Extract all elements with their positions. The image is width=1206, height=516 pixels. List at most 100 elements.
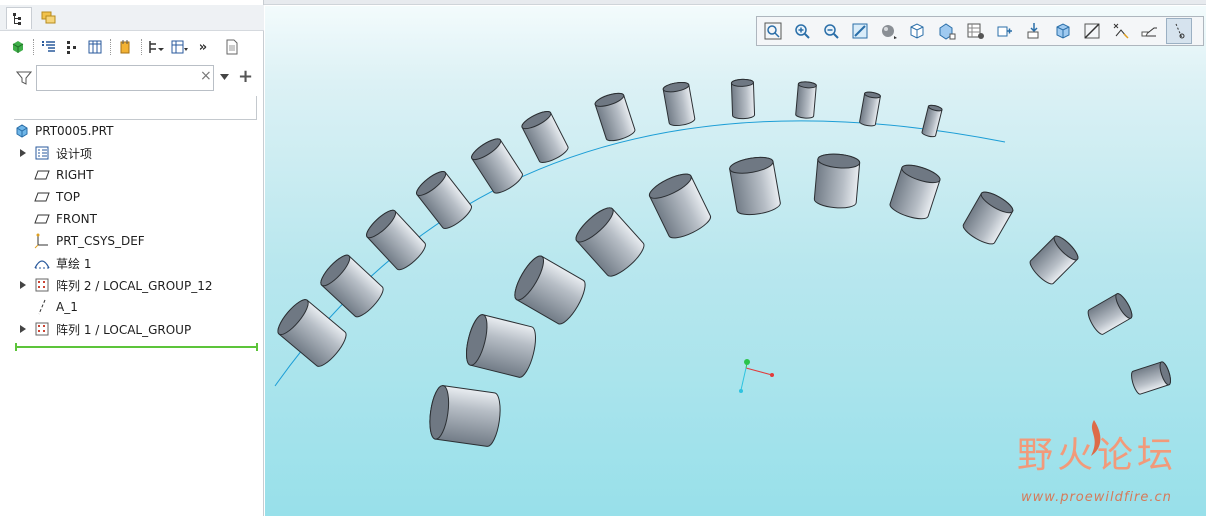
pattern-1-cylinder[interactable] [510,252,590,327]
tree-item-label: 草绘 1 [56,256,92,271]
pattern-1-cylinder[interactable] [813,153,861,210]
pattern-2-cylinder[interactable] [594,91,637,144]
display-style-icon[interactable] [905,18,931,44]
settings-dropdown-icon[interactable] [170,37,190,57]
datum-plane-icon [34,211,50,227]
insert-here-line[interactable] [15,343,258,351]
tree-item-label: 阵列 2 / LOCAL_GROUP_12 [56,278,213,293]
zoom-out-icon[interactable] [818,18,844,44]
tree-item-label: 设计项 [56,146,93,161]
pattern-2-cylinder[interactable] [662,81,696,127]
tree-item[interactable]: 阵列 1 / LOCAL_GROUP [0,318,260,340]
forum-watermark: 野火论坛 www.proewildfire.cn [1017,420,1197,506]
watermark-url: www.proewildfire.cn [1021,490,1172,505]
pattern-1-cylinder[interactable] [1085,292,1134,337]
more-icon[interactable]: » [193,37,213,57]
pattern-2-cylinder[interactable] [921,104,943,138]
repaint-icon[interactable] [847,18,873,44]
tree-list-icon[interactable] [39,37,59,57]
tree-item[interactable]: TOP [0,186,260,208]
model-tree-tab[interactable] [6,7,32,29]
clear-filter-icon[interactable]: × [200,68,212,84]
pattern-1-cylinder[interactable] [572,203,649,281]
tree-item[interactable]: RIGHT [0,164,260,186]
pattern-1-cylinder[interactable] [728,155,781,218]
perspective-icon[interactable] [992,18,1018,44]
column-icon[interactable] [85,37,105,57]
graphics-viewport[interactable]: 野火论坛 www.proewildfire.cn [265,6,1206,516]
point-display-icon[interactable] [1108,18,1134,44]
layers-tab[interactable] [36,7,62,29]
tree-item-label: FRONT [56,212,97,226]
pattern-1-cylinder[interactable] [427,384,503,447]
navigator-panel: » × + PRT0005.PRT 设计项 RIGHT TOP FRONT PRT_CS… [0,0,264,516]
tree-item[interactable]: FRONT [0,208,260,230]
add-filter-icon[interactable]: + [238,66,253,87]
pattern-2-cylinder[interactable] [274,296,351,371]
tree-item-label: TOP [56,190,81,204]
graphics-toolbar [756,16,1204,46]
axis-icon [34,299,50,315]
csys-display-icon[interactable] [1137,18,1163,44]
layers-icon [41,11,56,24]
filter-icon[interactable] [16,70,32,86]
pattern-icon [34,321,50,337]
info-icon[interactable] [222,37,242,57]
expand-arrow-icon[interactable] [18,324,28,334]
pattern-2-cylinder[interactable] [363,207,429,274]
spin-center-icon[interactable] [1021,18,1047,44]
tree-item[interactable]: A_1 [0,296,260,318]
tree-search-input[interactable] [36,65,214,91]
tree-item-label: PRT_CSYS_DEF [56,234,145,248]
pattern-2-cylinder[interactable] [795,81,817,119]
plane-display-icon[interactable] [1050,18,1076,44]
pattern-2-cylinder[interactable] [317,251,387,320]
tree-filter-icon[interactable] [62,37,82,57]
navigator-tabs [0,5,264,31]
pattern-1-cylinder[interactable] [1027,233,1081,287]
show-dropdown-icon[interactable] [147,37,167,57]
annotation-display-icon[interactable] [1166,18,1192,44]
pattern-2-cylinder[interactable] [730,78,756,120]
saved-views-icon[interactable] [934,18,960,44]
pattern-1-cylinder[interactable] [646,170,713,243]
tree-item[interactable]: 设计项 [0,142,260,164]
tree-icon [13,12,21,25]
refit-icon[interactable] [760,18,786,44]
highlight-icon[interactable] [116,37,136,57]
csys-triad [739,359,774,393]
sketch-icon [34,255,50,271]
tree-root-label: PRT0005.PRT [35,124,114,138]
tree-item[interactable]: 阵列 2 / LOCAL_GROUP_12 [0,274,260,296]
pattern-2-cylinder[interactable] [413,168,474,232]
design-items-icon [34,145,50,161]
pattern-2-cylinder[interactable] [520,108,570,166]
tree-root[interactable]: PRT0005.PRT [0,120,260,142]
pattern-1-cylinder[interactable] [462,313,539,380]
toolbar-separator [110,39,111,55]
expand-arrow-icon[interactable] [18,148,28,158]
tree-item[interactable]: 草绘 1 [0,252,260,274]
zoom-in-icon[interactable] [789,18,815,44]
datum-plane-icon [34,189,50,205]
filter-row: × + [14,65,260,91]
part-icon [14,123,30,139]
view-manager-icon[interactable] [963,18,989,44]
tree-item-label: RIGHT [56,168,94,182]
tree-item-label: A_1 [56,300,78,314]
model-tree-toolbar: » [8,36,260,58]
tree-header-divider [14,96,257,120]
expand-arrow-icon[interactable] [18,280,28,290]
axis-display-icon[interactable] [1079,18,1105,44]
pattern-2-cylinder[interactable] [469,135,525,196]
flame-icon [1091,420,1101,456]
toolbar-separator [141,39,142,55]
pattern-1-cylinder[interactable] [961,188,1016,247]
pattern-1-cylinder[interactable] [888,162,942,223]
shading-icon[interactable] [876,18,902,44]
pattern-2-cylinder[interactable] [859,91,881,127]
tree-item[interactable]: PRT_CSYS_DEF [0,230,260,252]
green-cube-icon[interactable] [8,37,28,57]
pattern-1-cylinder[interactable] [1129,361,1172,395]
filter-dropdown-icon[interactable] [220,74,229,80]
